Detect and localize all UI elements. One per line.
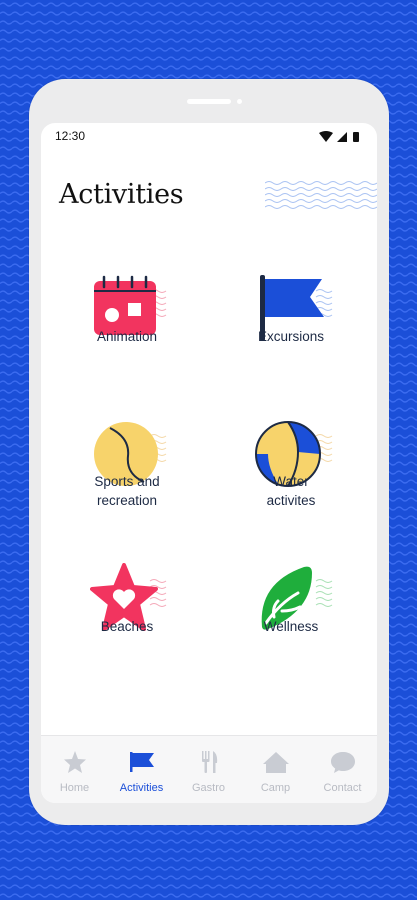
wifi-icon (319, 131, 333, 142)
page-title: Activities (59, 179, 184, 210)
nav-label: Camp (260, 782, 291, 794)
activity-tile-beaches[interactable]: Beaches (52, 563, 202, 713)
activity-tile-animation[interactable]: Animation (52, 273, 202, 423)
activity-tile-sports-recreation[interactable]: Sports and recreation (52, 418, 202, 568)
signal-icon (337, 132, 347, 142)
activity-tile-excursions[interactable]: Excursions (216, 273, 366, 423)
chat-bubble-icon (331, 752, 355, 773)
phone-camera (237, 99, 242, 104)
nav-item-camp[interactable]: Camp (242, 736, 309, 803)
activity-label-water: Water activites (216, 472, 366, 510)
nav-item-home[interactable]: Home (41, 736, 108, 803)
activities-grid: Animation Excursions Sports and recreati… (41, 273, 377, 753)
decorative-waves (265, 181, 377, 209)
star-icon (64, 751, 86, 773)
status-icons (319, 131, 359, 142)
nav-label: Home (59, 782, 90, 794)
activity-label-sports: Sports and recreation (52, 472, 202, 510)
activity-label-line1: Sports and (94, 474, 160, 489)
flag-icon (130, 752, 154, 772)
phone-frame: 12:30 Activities Animation Excursions Sp… (29, 79, 389, 825)
activity-label: Animation (96, 329, 158, 344)
activity-label: Wellness (263, 619, 319, 634)
status-time: 12:30 (55, 129, 86, 143)
activity-label: Beaches (100, 619, 154, 634)
status-bar: 12:30 (41, 123, 377, 151)
nav-label: Activities (119, 782, 164, 794)
phone-speaker (187, 99, 231, 104)
nav-item-activities[interactable]: Activities (108, 736, 175, 803)
nav-item-contact[interactable]: Contact (309, 736, 376, 803)
nav-item-gastro[interactable]: Gastro (175, 736, 242, 803)
app-screen: 12:30 Activities Animation Excursions Sp… (41, 123, 377, 803)
battery-icon (353, 132, 359, 142)
nav-label: Contact (323, 782, 362, 794)
nav-label: Gastro (191, 782, 225, 794)
activity-tile-water-activities[interactable]: Water activites (216, 418, 366, 568)
cutlery-icon (202, 751, 218, 773)
bottom-navigation: Home Activities Gastro Camp Contact (41, 735, 377, 803)
activity-label-line2: activites (266, 493, 316, 508)
activity-label-line2: recreation (96, 493, 158, 508)
activity-tile-wellness[interactable]: Wellness (216, 563, 366, 713)
activity-label: Excursions (257, 329, 325, 344)
activity-label-line1: Water (273, 474, 309, 489)
tent-icon (263, 752, 289, 773)
